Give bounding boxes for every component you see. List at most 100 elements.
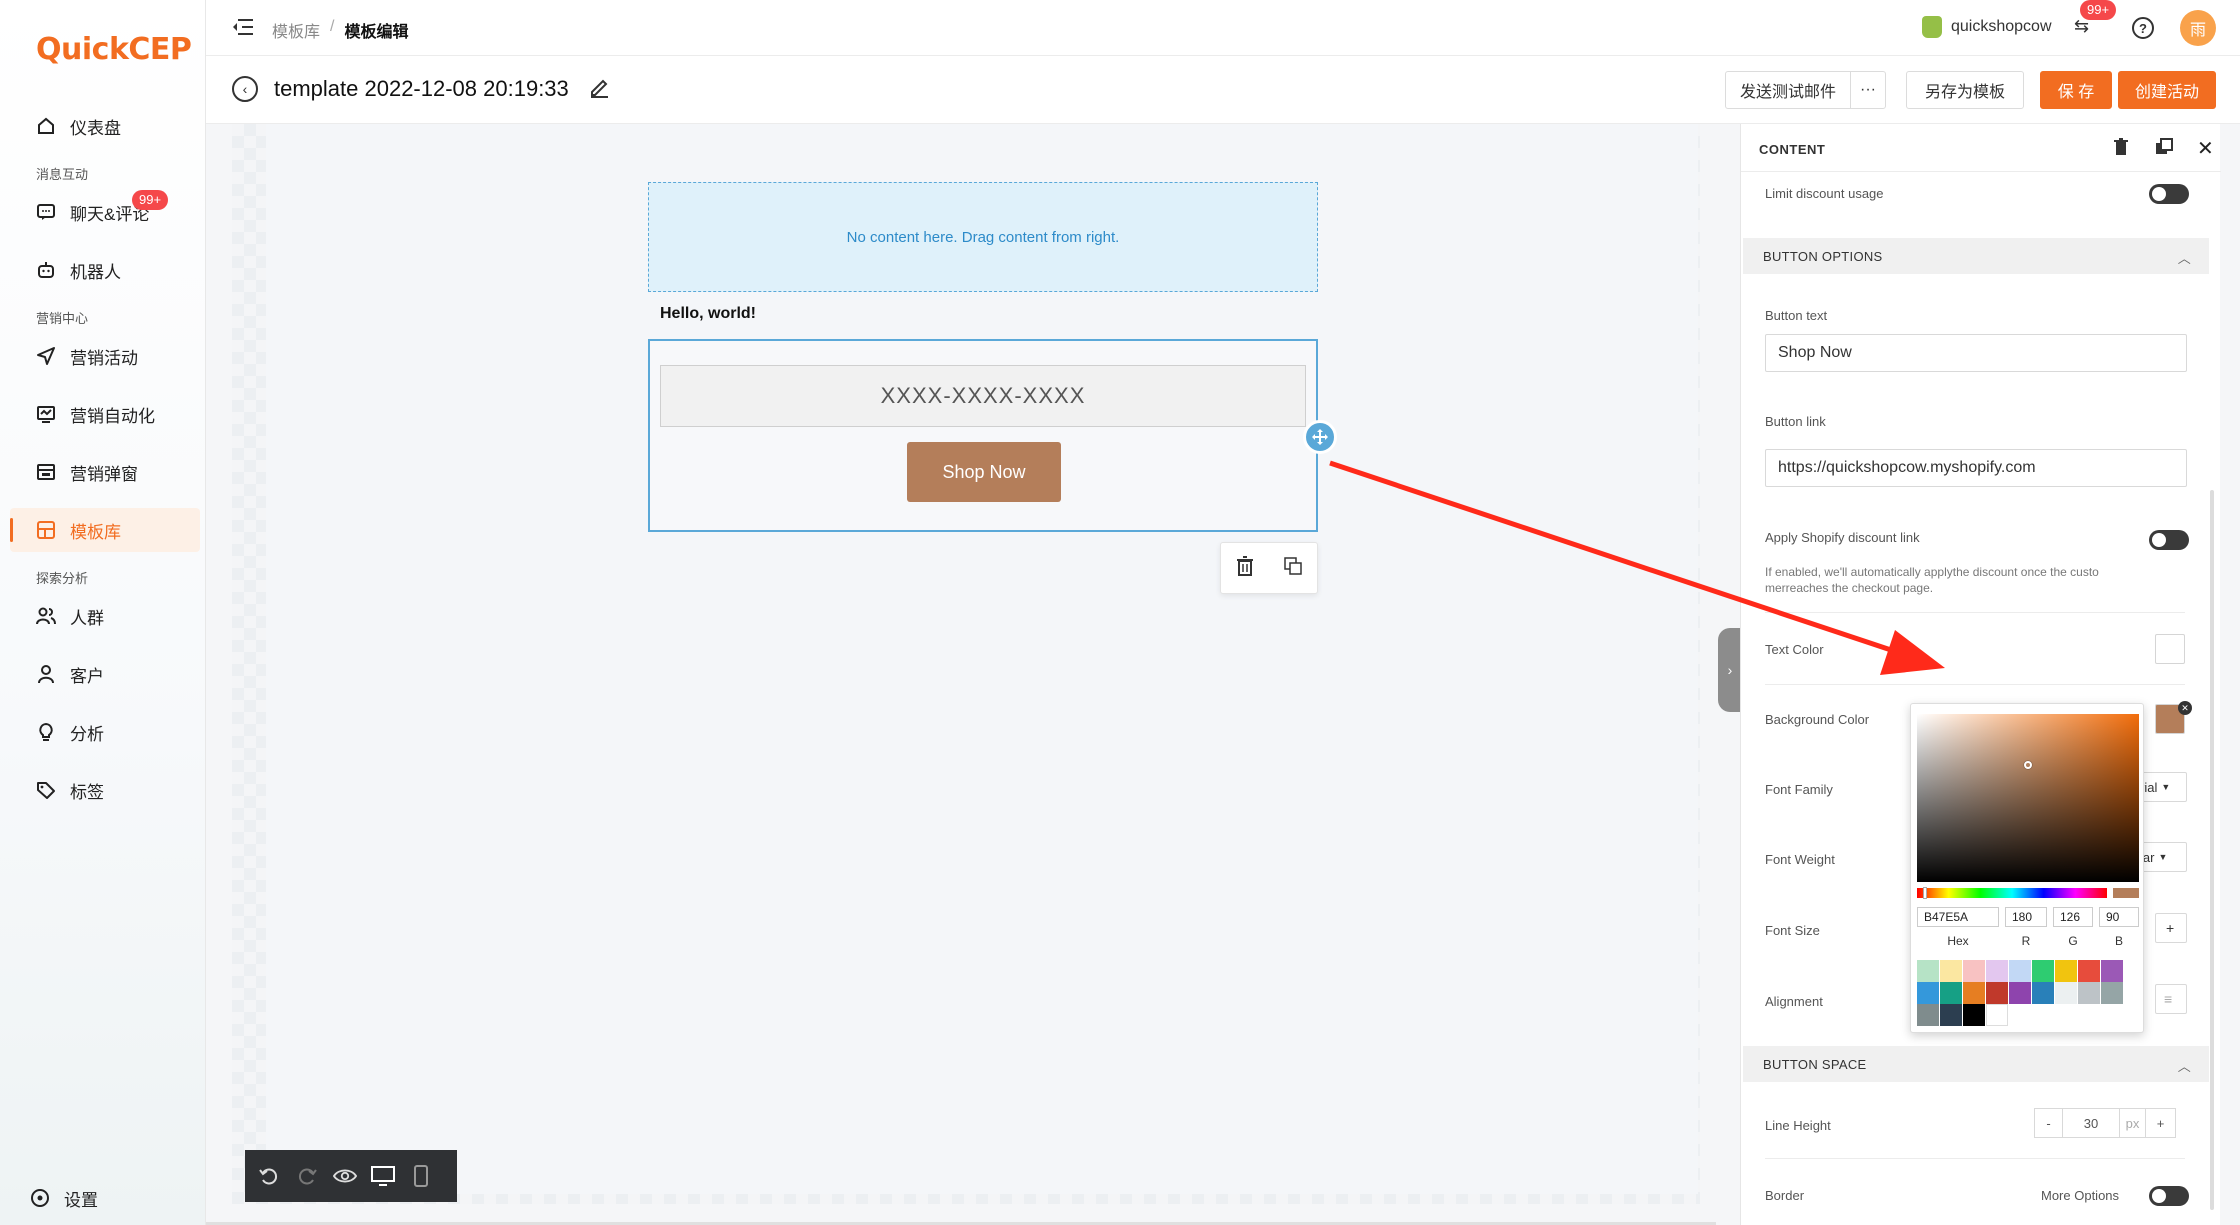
alignment-button[interactable]: ≡ xyxy=(2155,984,2187,1014)
content-settings-panel: CONTENT ✕ Limit discount usage BUTTON OP… xyxy=(1740,124,2221,1225)
preset-color-swatch[interactable] xyxy=(1963,982,1985,1004)
line-height-decrease-button[interactable]: - xyxy=(2035,1109,2063,1137)
preset-color-swatch[interactable] xyxy=(1940,1004,1962,1026)
hue-slider[interactable] xyxy=(1917,888,2107,898)
user-icon xyxy=(36,664,56,684)
duplicate-block-icon[interactable] xyxy=(1283,556,1303,581)
saturation-value-area[interactable] xyxy=(1917,714,2139,882)
button-space-section-header[interactable]: BUTTON SPACE ︿ xyxy=(1743,1046,2209,1082)
r-input[interactable]: 180 xyxy=(2005,907,2047,927)
empty-dropzone[interactable]: No content here. Drag content from right… xyxy=(648,182,1318,292)
button-text-input[interactable]: Shop Now xyxy=(1765,334,2187,372)
sidebar-item-label: 仪表盘 xyxy=(70,118,121,138)
preset-color-swatch[interactable] xyxy=(2101,960,2123,982)
line-height-increase-button[interactable]: + xyxy=(2145,1109,2175,1137)
sidebar-item-robot[interactable]: 机器人 xyxy=(10,248,200,292)
clear-color-icon[interactable]: ✕ xyxy=(2178,701,2192,715)
color-cursor[interactable] xyxy=(2024,761,2032,769)
preset-color-swatch[interactable] xyxy=(2032,982,2054,1004)
discount-code-box[interactable]: XXXX-XXXX-XXXX xyxy=(660,365,1306,427)
border-toggle[interactable] xyxy=(2149,1186,2189,1206)
shop-now-button[interactable]: Shop Now xyxy=(907,442,1061,502)
preset-color-swatch[interactable] xyxy=(1986,982,2008,1004)
preset-color-swatch[interactable] xyxy=(2101,982,2123,1004)
font-family-label: Font Family xyxy=(1765,782,1833,797)
discount-button-block[interactable]: XXXX-XXXX-XXXX Shop Now xyxy=(648,339,1318,532)
preset-color-swatch[interactable] xyxy=(2009,960,2031,982)
preset-color-swatch[interactable] xyxy=(1986,1004,2008,1026)
apply-shopify-discount-toggle[interactable] xyxy=(2149,530,2189,550)
preset-color-swatch[interactable] xyxy=(2032,960,2054,982)
sidebar-item-settings[interactable]: 设置 xyxy=(10,1176,200,1220)
preset-color-swatch[interactable] xyxy=(1963,960,1985,982)
nav-group-label: 消息互动 xyxy=(36,167,89,182)
preset-color-swatch[interactable] xyxy=(1986,960,2008,982)
desktop-view-icon[interactable] xyxy=(371,1164,395,1188)
sidebar-item-campaigns[interactable]: 营销活动 xyxy=(10,334,200,378)
menu-toggle-icon[interactable] xyxy=(232,18,254,41)
sidebar-item-label: 标签 xyxy=(70,782,104,802)
sidebar-item-analytics[interactable]: 分析 xyxy=(10,710,200,754)
mobile-view-icon[interactable] xyxy=(409,1164,433,1188)
redo-icon[interactable] xyxy=(295,1164,319,1188)
preset-color-swatch[interactable] xyxy=(1940,960,1962,982)
preview-eye-icon[interactable] xyxy=(333,1164,357,1188)
help-icon[interactable]: ? xyxy=(2132,17,2154,39)
hue-handle[interactable] xyxy=(1923,887,1927,899)
sidebar-item-segments[interactable]: 人群 xyxy=(10,594,200,638)
breadcrumb-separator: / xyxy=(330,18,335,35)
delete-block-icon[interactable] xyxy=(1236,555,1254,581)
breadcrumb-parent[interactable]: 模板库 xyxy=(272,18,320,42)
line-height-input[interactable]: 30 xyxy=(2063,1109,2119,1137)
move-handle-icon[interactable] xyxy=(1303,420,1337,454)
preset-color-swatch[interactable] xyxy=(2055,982,2077,1004)
save-button[interactable]: 保 存 xyxy=(2040,71,2112,109)
panel-scrollbar[interactable] xyxy=(2210,490,2214,1210)
section-title: BUTTON SPACE xyxy=(1763,1056,1867,1072)
create-campaign-button[interactable]: 创建活动 xyxy=(2118,71,2216,109)
save-as-template-button[interactable]: 另存为模板 xyxy=(1906,71,2024,109)
sidebar-item-templates[interactable]: 模板库 xyxy=(10,508,200,552)
sidebar-item-customers[interactable]: 客户 xyxy=(10,652,200,696)
send-test-email-button[interactable]: 发送测试邮件 xyxy=(1725,71,1851,109)
b-input[interactable]: 90 xyxy=(2099,907,2139,927)
collapse-panel-tab[interactable]: › xyxy=(1718,628,1742,712)
quickcep-logo[interactable]: QuickCEP xyxy=(36,32,192,67)
sidebar-item-chat[interactable]: 聊天&评论 xyxy=(10,190,200,234)
more-actions-button[interactable]: ··· xyxy=(1850,71,1886,109)
panel-close-icon[interactable]: ✕ xyxy=(2197,136,2214,161)
preset-color-swatch[interactable] xyxy=(1940,982,1962,1004)
sidebar-item-tags[interactable]: 标签 xyxy=(10,768,200,812)
panel-delete-icon[interactable] xyxy=(2113,138,2129,161)
avatar[interactable]: 雨 xyxy=(2180,10,2216,46)
preset-color-swatch[interactable] xyxy=(2078,960,2100,982)
more-options-label: More Options xyxy=(2041,1188,2120,1203)
limit-discount-toggle[interactable] xyxy=(2149,184,2189,204)
robot-icon xyxy=(36,260,56,280)
sidebar-item-popups[interactable]: 营销弹窗 xyxy=(10,450,200,494)
preset-color-swatch[interactable] xyxy=(1917,960,1939,982)
nav-group-label: 营销中心 xyxy=(36,311,89,326)
preset-color-grid xyxy=(1917,960,2141,1026)
panel-duplicate-icon[interactable] xyxy=(2155,138,2173,161)
button-options-section-header[interactable]: BUTTON OPTIONS ︿ xyxy=(1743,238,2209,274)
preset-color-swatch[interactable] xyxy=(2009,982,2031,1004)
hello-text-block[interactable]: Hello, world! xyxy=(660,305,756,323)
text-color-swatch[interactable] xyxy=(2155,634,2185,664)
back-icon[interactable]: ‹ xyxy=(232,76,258,102)
edit-title-icon[interactable] xyxy=(588,76,610,103)
button-link-input[interactable]: https://quickshopcow.myshopify.com xyxy=(1765,449,2187,487)
g-input[interactable]: 126 xyxy=(2053,907,2093,927)
undo-icon[interactable] xyxy=(257,1164,281,1188)
preset-color-swatch[interactable] xyxy=(2078,982,2100,1004)
hex-input[interactable]: B47E5A xyxy=(1917,907,1999,927)
preset-color-swatch[interactable] xyxy=(1917,982,1939,1004)
preset-color-swatch[interactable] xyxy=(1963,1004,1985,1026)
store-name[interactable]: quickshopcow xyxy=(1951,18,2052,36)
font-size-increase-button[interactable]: + xyxy=(2155,913,2187,943)
line-height-label: Line Height xyxy=(1765,1118,1831,1133)
preset-color-swatch[interactable] xyxy=(1917,1004,1939,1026)
sidebar-item-automation[interactable]: 营销自动化 xyxy=(10,392,200,436)
preset-color-swatch[interactable] xyxy=(2055,960,2077,982)
sidebar-item-dashboard[interactable]: 仪表盘 xyxy=(10,104,200,148)
